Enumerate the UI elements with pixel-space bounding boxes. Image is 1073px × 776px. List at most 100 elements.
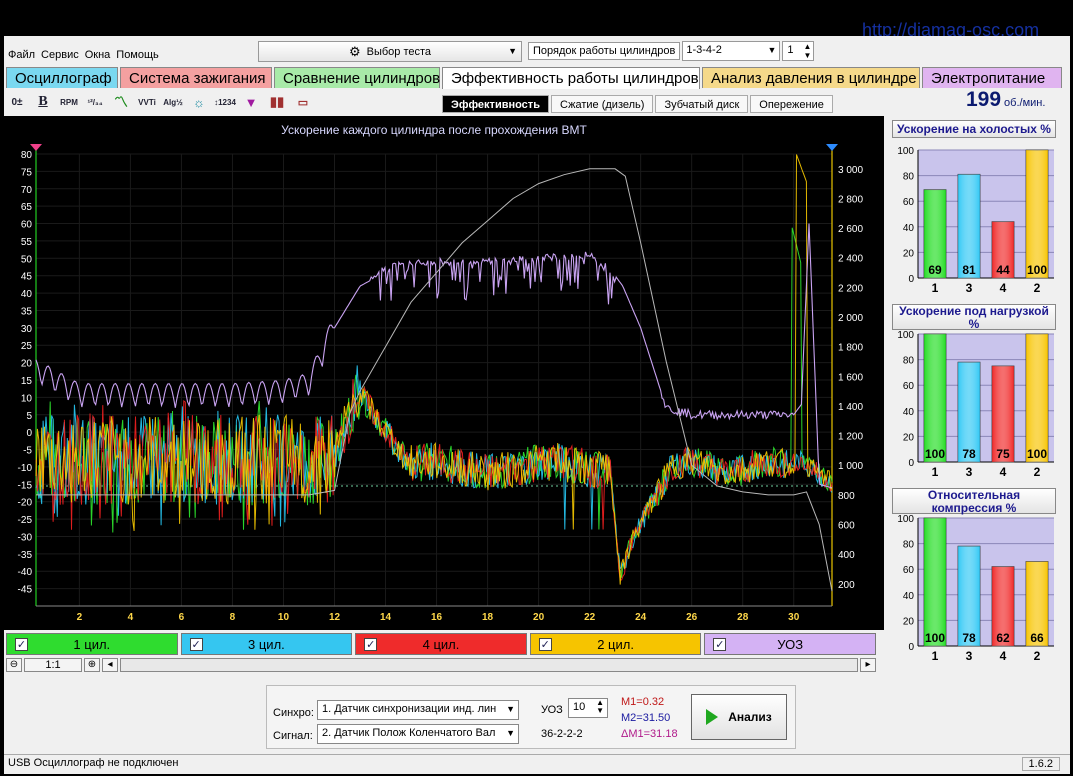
bar-value-label: 100: [1027, 447, 1047, 461]
left-tick-label: 70: [21, 185, 33, 196]
legend-item[interactable]: ✓ 2 цил.: [529, 633, 702, 655]
print-icon[interactable]: ▭: [292, 92, 314, 112]
left-tick-label: -45: [18, 585, 33, 596]
left-tick-label: -25: [18, 515, 33, 526]
bar-value-label: 78: [962, 447, 976, 461]
subtab-efficiency[interactable]: Эффективность: [442, 95, 549, 113]
line-icon[interactable]: 〽: [110, 92, 132, 112]
tab-5[interactable]: Анализ давления в цилиндре: [702, 67, 920, 88]
right-tick-label: 1 400: [838, 402, 863, 413]
zoom-out-icon[interactable]: ⊖: [6, 658, 22, 672]
analysis-controls: Синхро: 1. Датчик синхронизации инд. лин…: [266, 685, 796, 749]
right-tick-label: 800: [838, 491, 855, 502]
bar-category-label: 3: [966, 281, 973, 294]
checkbox-icon[interactable]: ✓: [713, 638, 727, 651]
test-select[interactable]: ⚙ Выбор теста ▼: [258, 41, 522, 62]
bar-category-label: 2: [1034, 281, 1041, 294]
left-tick-label: 35: [21, 306, 33, 317]
menu-windows[interactable]: Окна: [85, 49, 111, 61]
bold-icon[interactable]: B: [32, 92, 54, 112]
menu-bar: Файл Сервис Окна Помощь: [8, 49, 159, 61]
cylinder-order-spin[interactable]: 1 ▲ ▼: [782, 41, 815, 61]
x-tick-label: 24: [635, 612, 647, 623]
acceleration-plot[interactable]: Ускорение каждого цилиндра после прохожд…: [4, 116, 884, 630]
x-tick-label: 8: [230, 612, 236, 623]
menu-help[interactable]: Помощь: [116, 49, 159, 61]
bar-chart: 1008060402006918134441002: [897, 146, 1054, 294]
left-tick-label: 5: [26, 411, 32, 422]
checkbox-icon[interactable]: ✓: [15, 638, 28, 651]
bar-tick-label: 40: [903, 223, 915, 234]
tab-4[interactable]: Эффективность работы цилиндров: [442, 67, 700, 89]
sync-select[interactable]: 1. Датчик синхронизации инд. лин ▼: [317, 700, 519, 720]
menu-service[interactable]: Сервис: [41, 49, 79, 61]
left-tick-label: -10: [18, 463, 33, 474]
bar-category-label: 1: [932, 465, 939, 478]
signal-select[interactable]: 2. Датчик Полож Коленчатого Вал ▼: [317, 724, 519, 744]
left-tick-label: 25: [21, 341, 33, 352]
subtab-tooth-disk[interactable]: Зубчатый диск: [655, 95, 749, 113]
spin-arrows-icon: ▲ ▼: [803, 42, 812, 60]
ratio-icon[interactable]: ¹²/₃₄: [84, 92, 106, 112]
filter-icon[interactable]: ▼: [240, 92, 262, 112]
marker-m2-icon: [826, 144, 838, 151]
tab-6[interactable]: Электропитание: [922, 67, 1062, 88]
bar-tick-label: 100: [897, 514, 914, 525]
alg-icon[interactable]: Alg½: [162, 92, 184, 112]
bar-chart: 100 80 60 40 20 0 100 1 78 3 62 4 66 2: [897, 514, 1054, 662]
cylinders-icon[interactable]: ▮▮: [266, 92, 288, 112]
sync-label: Синхро:: [273, 707, 314, 719]
legend-item[interactable]: ✓ 1 цил.: [6, 633, 178, 655]
tab-2[interactable]: Система зажигания: [120, 67, 272, 88]
plot-scroll: ⊖ 1:1 ⊕ ◂ ▸: [6, 657, 876, 673]
bar-chart-title: Относительная компрессия %: [892, 488, 1056, 515]
legend-label: УОЗ: [777, 637, 804, 652]
left-tick-label: 10: [21, 393, 33, 404]
checkbox-icon[interactable]: ✓: [364, 638, 378, 651]
bar-tick-label: 40: [903, 591, 915, 602]
zoom-in-icon[interactable]: ⊕: [84, 658, 100, 672]
status-bar: USB Осциллограф не подключен 1.6.2: [4, 754, 1070, 772]
bar-tick-label: 80: [903, 356, 915, 367]
scroll-track[interactable]: [120, 658, 858, 672]
subtab-compression[interactable]: Сжатие (дизель): [550, 95, 654, 113]
zoom-spin-icon[interactable]: 0±: [6, 92, 28, 112]
right-tick-label: 1 600: [838, 372, 863, 383]
zoom-level: 1:1: [24, 658, 82, 672]
left-tick-label: -35: [18, 550, 33, 561]
bar-category-label: 4: [1000, 649, 1007, 662]
play-icon: [706, 709, 719, 725]
sensor-icon[interactable]: ☼: [188, 92, 210, 112]
checkbox-icon[interactable]: ✓: [538, 638, 552, 651]
checkbox-icon[interactable]: ✓: [189, 638, 203, 651]
tab-1[interactable]: Осциллограф: [6, 67, 118, 88]
scroll-right-icon[interactable]: ▸: [860, 658, 876, 672]
analyze-button[interactable]: Анализ: [691, 694, 787, 740]
bar-tick-label: 0: [908, 642, 914, 653]
menu-file[interactable]: Файл: [8, 49, 35, 61]
legend-item[interactable]: ✓ УОЗ: [704, 633, 876, 655]
cylinder-order-select[interactable]: 1-3-4-2 ▼: [682, 41, 781, 61]
gear-doc-icon: ⚙: [348, 43, 361, 59]
right-tick-label: 400: [838, 550, 855, 561]
right-tick-label: 3 000: [838, 165, 863, 176]
x-tick-label: 18: [482, 612, 494, 623]
legend-item[interactable]: ✓ 4 цил.: [355, 633, 527, 655]
right-tick-label: 2 200: [838, 283, 863, 294]
legend-item[interactable]: ✓ 3 цил.: [180, 633, 353, 655]
bar-tick-label: 40: [903, 407, 915, 418]
vvti-icon[interactable]: VVTi: [136, 92, 158, 112]
bar-shine: [924, 334, 946, 462]
status-text: USB Осциллограф не подключен: [8, 757, 179, 769]
tooth-pattern: 36-2-2-2: [541, 728, 583, 740]
bar-shine: [924, 518, 946, 646]
rpm-value: 199: [966, 88, 1002, 111]
subtab-advance[interactable]: Опережение: [750, 95, 833, 113]
measure-icon[interactable]: ↕1234: [214, 92, 236, 112]
right-tick-label: 2 600: [838, 224, 863, 235]
scroll-left-icon[interactable]: ◂: [102, 658, 118, 672]
left-tick-label: -15: [18, 480, 33, 491]
uoz-spin[interactable]: 10 ▲ ▼: [568, 698, 608, 718]
tab-3[interactable]: Сравнение цилиндров: [274, 67, 440, 88]
rpm-icon[interactable]: RPM: [58, 92, 80, 112]
